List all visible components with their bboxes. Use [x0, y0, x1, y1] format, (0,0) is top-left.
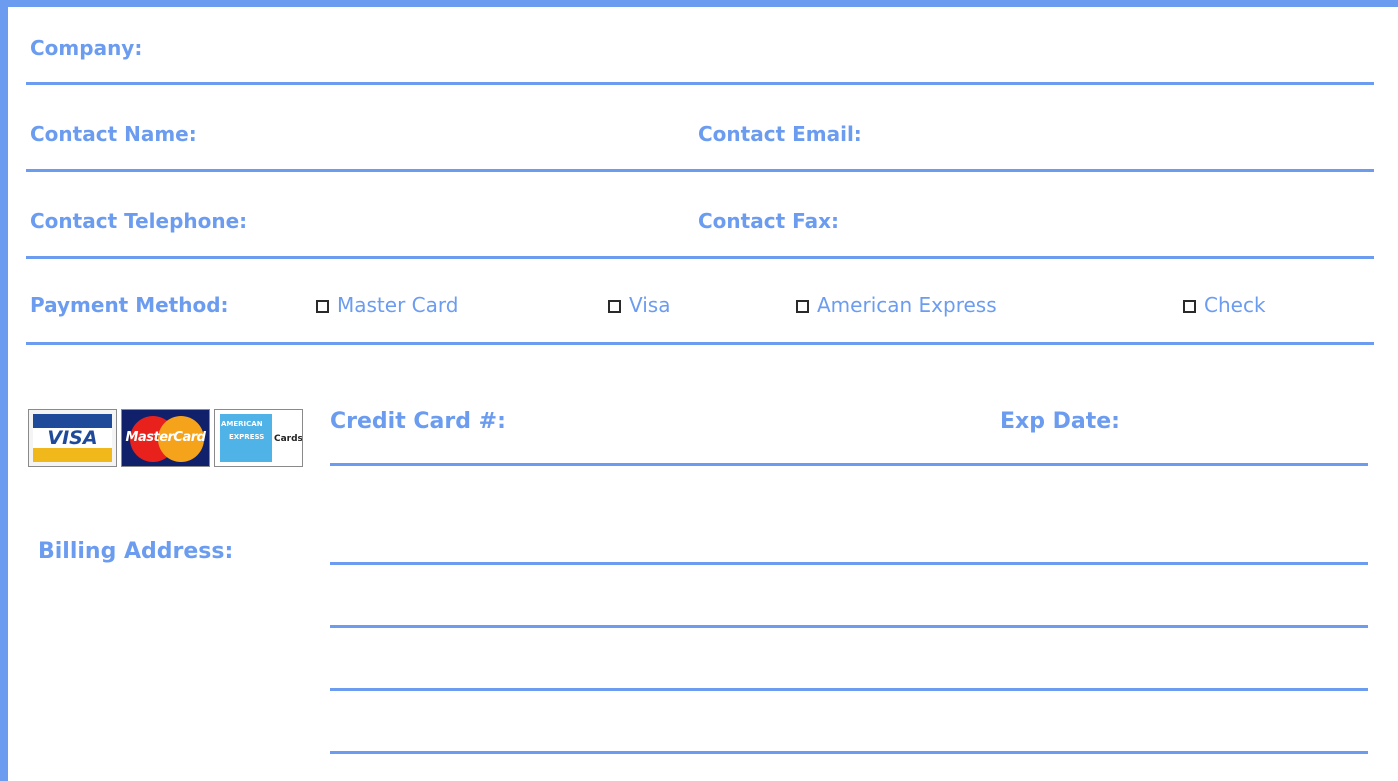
payment-option-master-card[interactable]: Master Card: [316, 293, 458, 317]
visa-logo-icon: VISA: [28, 409, 117, 467]
payment-method-divider: [26, 342, 1374, 345]
payment-option-label: Master Card: [337, 293, 459, 317]
billing-address-line-3[interactable]: [330, 688, 1368, 691]
payment-option-label: American Express: [817, 293, 997, 317]
payment-option-label: Check: [1204, 293, 1266, 317]
payment-option-label: Visa: [629, 293, 671, 317]
telephone-row-field[interactable]: [26, 256, 1374, 259]
payment-option-check[interactable]: Check: [1183, 293, 1266, 317]
mastercard-logo-icon: MasterCard: [121, 409, 210, 467]
checkbox-icon[interactable]: [1183, 299, 1196, 313]
billing-address-label: Billing Address:: [38, 539, 234, 564]
billing-address-line-4[interactable]: [330, 751, 1368, 754]
contact-fax-label: Contact Fax:: [698, 209, 839, 233]
payment-method-label: Payment Method:: [30, 293, 229, 317]
contact-row-field[interactable]: [26, 169, 1374, 172]
credit-card-number-label: Credit Card #:: [330, 409, 506, 434]
payment-option-american-express[interactable]: American Express: [796, 293, 997, 317]
billing-address-line-2[interactable]: [330, 625, 1368, 628]
checkbox-icon[interactable]: [796, 299, 809, 313]
company-field[interactable]: [26, 82, 1374, 85]
billing-address-line-1[interactable]: [330, 562, 1368, 565]
checkbox-icon[interactable]: [608, 299, 621, 313]
checkbox-icon[interactable]: [316, 299, 329, 313]
contact-name-label: Contact Name:: [30, 122, 197, 146]
form-frame: [0, 0, 1398, 781]
payment-option-visa[interactable]: Visa: [608, 293, 670, 317]
amex-logo-icon: AMERICAN EXPRESS Cards: [214, 409, 303, 467]
credit-card-field[interactable]: [330, 463, 1368, 466]
contact-telephone-label: Contact Telephone:: [30, 209, 248, 233]
company-label: Company:: [30, 36, 143, 60]
exp-date-label: Exp Date:: [1000, 409, 1120, 434]
card-logos: VISA MasterCard AMERICAN EXPRESS Cards: [28, 409, 303, 467]
contact-email-label: Contact Email:: [698, 122, 862, 146]
